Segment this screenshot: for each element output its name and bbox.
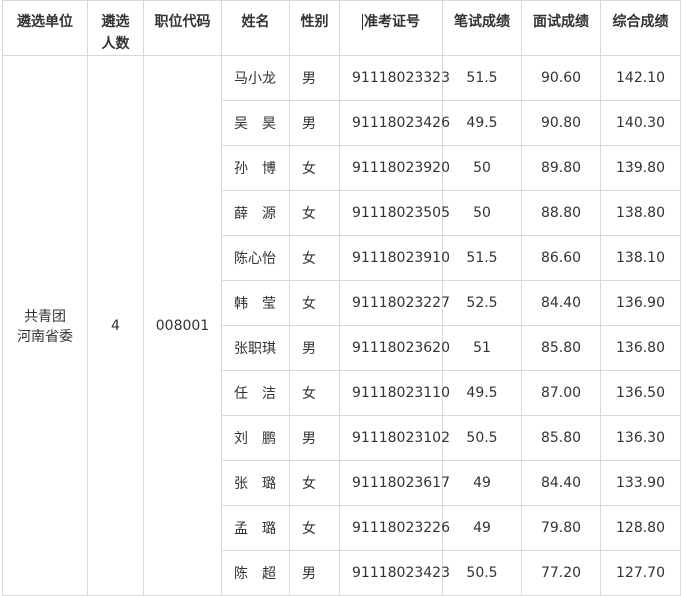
interview-score-cell: 88.80 bbox=[521, 190, 601, 236]
gender-cell: 男 bbox=[289, 550, 340, 596]
exam-no-cell: 91118023620 bbox=[339, 325, 450, 371]
header-count: 遴选 人数 bbox=[87, 0, 144, 56]
written-score-cell: 49.5 bbox=[442, 100, 522, 146]
written-score-cell: 50.5 bbox=[442, 550, 522, 596]
interview-score-cell: 85.80 bbox=[521, 415, 601, 461]
interview-score-cell: 89.80 bbox=[521, 145, 601, 191]
gender-cell: 女 bbox=[289, 190, 340, 236]
gender-cell: 男 bbox=[289, 100, 340, 146]
exam-no-cell: 91118023426 bbox=[339, 100, 450, 146]
exam-no-cell: 91118023910 bbox=[339, 235, 450, 281]
written-score-cell: 52.5 bbox=[442, 280, 522, 326]
written-score-cell: 51 bbox=[442, 325, 522, 371]
name-cell: 刘 鹏 bbox=[221, 415, 290, 461]
total-score-cell: 136.50 bbox=[600, 370, 681, 416]
unit-cell: 共青团 河南省委 bbox=[2, 55, 88, 596]
interview-score-cell: 90.60 bbox=[521, 55, 601, 101]
total-score-cell: 136.80 bbox=[600, 325, 681, 371]
gender-cell: 女 bbox=[289, 505, 340, 551]
unit-line2: 河南省委 bbox=[17, 328, 73, 345]
header-count-line2: 人数 bbox=[101, 36, 130, 52]
header-exam-no-label: 准考证号 bbox=[362, 14, 420, 30]
total-score-cell: 139.80 bbox=[600, 145, 681, 191]
interview-score-cell: 84.40 bbox=[521, 460, 601, 506]
interview-score-cell: 90.80 bbox=[521, 100, 601, 146]
name-cell: 陈 超 bbox=[221, 550, 290, 596]
header-exam-no: 准考证号 bbox=[339, 0, 443, 56]
written-score-cell: 51.5 bbox=[442, 235, 522, 281]
exam-no-cell: 91118023226 bbox=[339, 505, 450, 551]
exam-no-cell: 91118023423 bbox=[339, 550, 450, 596]
name-cell: 陈心怡 bbox=[221, 235, 290, 281]
exam-no-cell: 91118023920 bbox=[339, 145, 450, 191]
exam-no-cell: 91118023102 bbox=[339, 415, 450, 461]
total-score-cell: 133.90 bbox=[600, 460, 681, 506]
exam-no-cell: 91118023617 bbox=[339, 460, 450, 506]
written-score-cell: 50 bbox=[442, 145, 522, 191]
name-cell: 韩 莹 bbox=[221, 280, 290, 326]
exam-no-cell: 91118023227 bbox=[339, 280, 450, 326]
header-gender: 性别 bbox=[289, 0, 340, 56]
total-score-cell: 140.30 bbox=[600, 100, 681, 146]
name-cell: 孙 博 bbox=[221, 145, 290, 191]
header-row: 遴选单位 遴选 人数 职位代码 姓名 性别 准考证号 笔试成绩 面试成绩 综合成… bbox=[2, 0, 681, 56]
header-count-line1: 遴选 bbox=[101, 14, 130, 30]
name-cell: 马小龙 bbox=[221, 55, 290, 101]
results-table: 遴选单位 遴选 人数 职位代码 姓名 性别 准考证号 笔试成绩 面试成绩 综合成… bbox=[2, 0, 681, 596]
written-score-cell: 51.5 bbox=[442, 55, 522, 101]
total-score-cell: 127.70 bbox=[600, 550, 681, 596]
exam-no-cell: 91118023323 bbox=[339, 55, 450, 101]
gender-cell: 女 bbox=[289, 280, 340, 326]
code-cell: 008001 bbox=[143, 55, 222, 596]
name-cell: 张 璐 bbox=[221, 460, 290, 506]
total-score-cell: 128.80 bbox=[600, 505, 681, 551]
interview-score-cell: 79.80 bbox=[521, 505, 601, 551]
written-score-cell: 50.5 bbox=[442, 415, 522, 461]
written-score-cell: 49 bbox=[442, 460, 522, 506]
name-cell: 张职琪 bbox=[221, 325, 290, 371]
table-row: 共青团 河南省委 4 008001 马小龙男 91118023323 51.5 90.60 14… bbox=[2, 55, 681, 596]
header-code: 职位代码 bbox=[143, 0, 222, 56]
total-score-cell: 136.30 bbox=[600, 415, 681, 461]
gender-cell: 女 bbox=[289, 460, 340, 506]
gender-cell: 男 bbox=[289, 415, 340, 461]
table-body: 共青团 河南省委 4 008001 马小龙男 91118023323 51.5 90.60 14… bbox=[2, 55, 681, 596]
exam-no-cell: 91118023505 bbox=[339, 190, 450, 236]
gender-cell: 男 bbox=[289, 55, 340, 101]
exam-no-cell: 91118023110 bbox=[339, 370, 450, 416]
interview-score-cell: 77.20 bbox=[521, 550, 601, 596]
interview-score-cell: 87.00 bbox=[521, 370, 601, 416]
total-score-cell: 138.80 bbox=[600, 190, 681, 236]
written-score-cell: 50 bbox=[442, 190, 522, 236]
name-cell: 吴 昊 bbox=[221, 100, 290, 146]
gender-cell: 女 bbox=[289, 145, 340, 191]
gender-cell: 女 bbox=[289, 370, 340, 416]
unit-line1: 共青团 bbox=[24, 308, 66, 325]
name-cell: 薛 源 bbox=[221, 190, 290, 236]
gender-cell: 男 bbox=[289, 325, 340, 371]
written-score-cell: 49.5 bbox=[442, 370, 522, 416]
total-score-cell: 136.90 bbox=[600, 280, 681, 326]
count-cell: 4 bbox=[87, 55, 144, 596]
interview-score-cell: 86.60 bbox=[521, 235, 601, 281]
name-cell: 孟 璐 bbox=[221, 505, 290, 551]
interview-score-cell: 84.40 bbox=[521, 280, 601, 326]
header-total: 综合成绩 bbox=[600, 0, 681, 56]
header-interview: 面试成绩 bbox=[521, 0, 601, 56]
name-cell: 任 洁 bbox=[221, 370, 290, 416]
total-score-cell: 138.10 bbox=[600, 235, 681, 281]
interview-score-cell: 85.80 bbox=[521, 325, 601, 371]
written-score-cell: 49 bbox=[442, 505, 522, 551]
total-score-cell: 142.10 bbox=[600, 55, 681, 101]
gender-cell: 女 bbox=[289, 235, 340, 281]
header-written: 笔试成绩 bbox=[442, 0, 522, 56]
header-name: 姓名 bbox=[221, 0, 290, 56]
header-unit: 遴选单位 bbox=[2, 0, 88, 56]
